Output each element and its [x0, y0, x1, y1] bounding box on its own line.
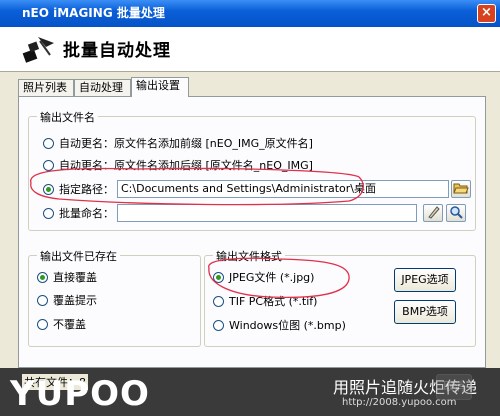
tif-format-label: TIF PC格式 (*.tif) [229, 295, 318, 308]
preview-name-button[interactable] [446, 204, 466, 222]
pencil-icon [428, 206, 440, 219]
output-settings-panel: 输出文件名 自动更名：原文件名添加前缀 [nEO_IMG_原文件名] 自动更名：… [18, 96, 486, 368]
folder-open-icon [453, 183, 469, 194]
output-path-input[interactable]: C:\Documents and Settings\Administrator\… [117, 180, 449, 198]
radio-circle [37, 295, 48, 306]
tab-output-settings[interactable]: 输出设置 [131, 77, 189, 97]
bmp-options-button[interactable]: BMP选项 [394, 300, 456, 324]
dialog-header: 批量自动处理 [0, 27, 500, 72]
batch-rename-radio[interactable]: 批量命名： [43, 207, 114, 220]
bmp-format-radio[interactable]: Windows位图 (*.bmp) [213, 319, 346, 332]
radio-circle [43, 208, 54, 219]
jpeg-format-radio[interactable]: JPEG文件 (*.jpg) [213, 271, 314, 284]
tab-photo-list[interactable]: 照片列表 [18, 79, 74, 96]
output-format-group-label: 输出文件格式 [213, 248, 285, 264]
tab-auto-process[interactable]: 自动处理 [74, 79, 131, 96]
radio-circle [213, 296, 224, 307]
bottom-bar: 共有文件：8 YUPOO 用照片追随火炬传递 http://2008.yupoo… [0, 368, 500, 416]
cancel-button[interactable]: 取消 [436, 374, 472, 400]
batch-name-input[interactable] [117, 204, 417, 222]
close-window-button[interactable]: × [477, 4, 496, 23]
page-title: 批量自动处理 [63, 41, 171, 61]
overwrite-prompt-radio[interactable]: 覆盖提示 [37, 294, 97, 307]
jpeg-options-button[interactable]: JPEG选项 [394, 268, 456, 292]
no-overwrite-radio[interactable]: 不覆盖 [37, 318, 86, 331]
overwrite-label: 直接覆盖 [53, 271, 97, 284]
no-overwrite-label: 不覆盖 [53, 318, 86, 331]
yupoo-watermark-logo: YUPOO [10, 374, 150, 414]
radio-circle [43, 138, 54, 149]
specify-path-radio[interactable]: 指定路径： [43, 183, 114, 196]
jpeg-format-label: JPEG文件 (*.jpg) [229, 271, 315, 284]
bmp-format-label: Windows位图 (*.bmp) [229, 319, 346, 332]
window-titlebar: nEO iMAGING 批量处理 × [0, 0, 500, 27]
radio-circle [213, 320, 224, 331]
overwrite-prompt-label: 覆盖提示 [53, 294, 97, 307]
batch-process-logo-icon [22, 37, 54, 63]
overwrite-radio[interactable]: 直接覆盖 [37, 271, 97, 284]
prefix-rename-label: 自动更名：原文件名添加前缀 [nEO_IMG_原文件名] [59, 137, 313, 150]
radio-circle [37, 272, 48, 283]
tif-format-radio[interactable]: TIF PC格式 (*.tif) [213, 295, 317, 308]
prefix-rename-radio[interactable]: 自动更名：原文件名添加前缀 [nEO_IMG_原文件名] [43, 137, 313, 150]
radio-circle [37, 319, 48, 330]
magnifier-icon [450, 206, 463, 219]
radio-circle [43, 160, 54, 171]
cancel-label: 取消 [443, 380, 465, 393]
window-title: nEO iMAGING 批量处理 [22, 6, 165, 20]
browse-folder-button[interactable] [451, 180, 471, 198]
suffix-rename-label: 自动更名：原文件名添加后缀 [原文件名_nEO_IMG] [59, 159, 313, 172]
specify-path-label: 指定路径： [59, 183, 114, 196]
batch-rename-label: 批量命名： [59, 207, 114, 220]
edit-name-button[interactable] [423, 204, 443, 222]
radio-circle [213, 272, 224, 283]
output-filename-group-label: 输出文件名 [37, 109, 98, 125]
file-exists-group-label: 输出文件已存在 [37, 248, 120, 264]
suffix-rename-radio[interactable]: 自动更名：原文件名添加后缀 [原文件名_nEO_IMG] [43, 159, 313, 172]
radio-circle [43, 184, 54, 195]
